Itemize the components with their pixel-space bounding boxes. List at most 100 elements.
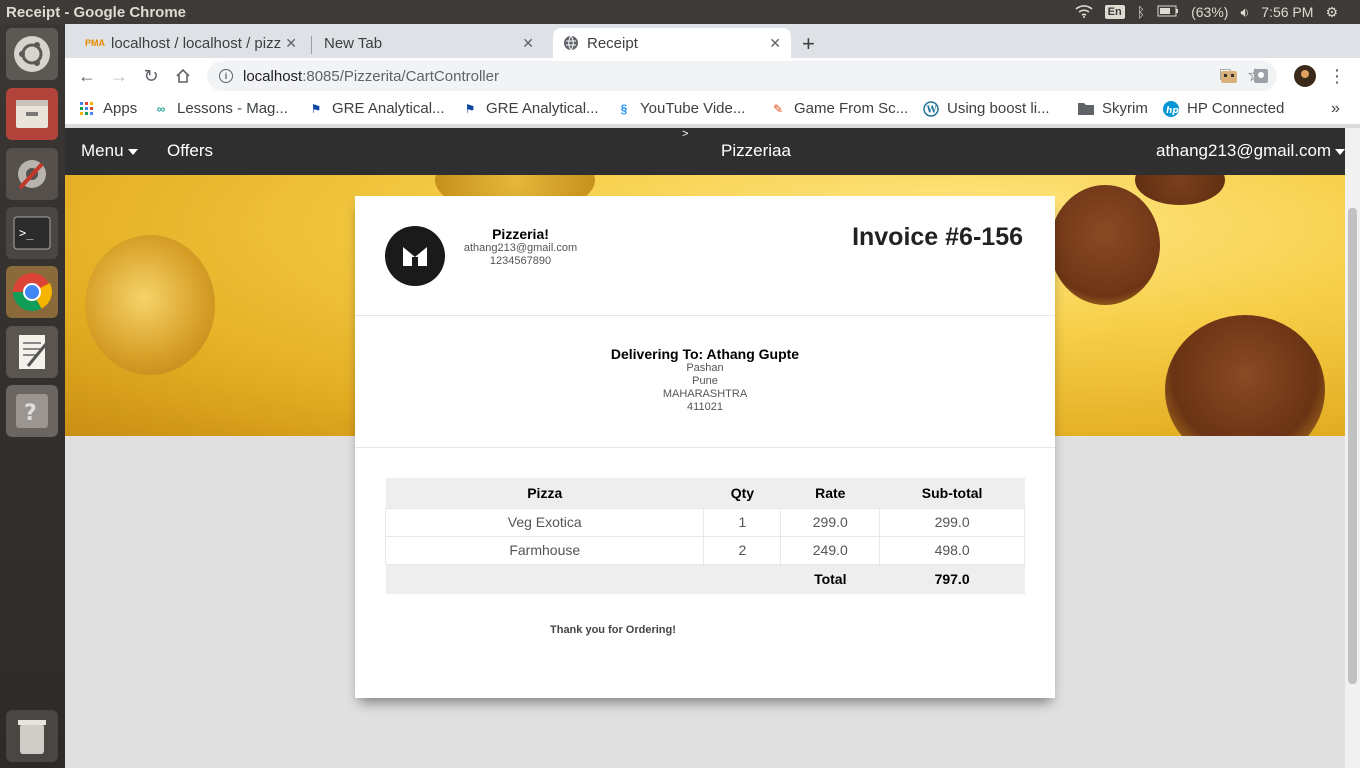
pizza-rate: 249.0 — [780, 535, 881, 565]
bookmark-boost[interactable]: W Using boost li... — [923, 100, 1050, 117]
bookmark-gre-1[interactable]: ⚑ GRE Analytical... — [308, 100, 445, 117]
close-tab-icon[interactable]: ✕ — [285, 35, 297, 52]
volume-icon[interactable]: 🔉︎ — [1240, 4, 1249, 21]
terminal-icon[interactable]: >_ — [6, 207, 58, 259]
user-dropdown[interactable]: athang213@gmail.com — [1156, 141, 1345, 161]
hp-icon: hp — [1163, 100, 1179, 117]
bookmark-label: HP Connected — [1187, 100, 1285, 117]
pizza-qty: 1 — [703, 507, 782, 537]
bookmarks-bar: Apps ∞ Lessons - Mag... ⚑ GRE Analytical… — [65, 94, 1360, 124]
tab-receipt[interactable]: Receipt ✕ — [553, 28, 791, 58]
page-scrollbar[interactable] — [1345, 128, 1360, 768]
url-path: :8085/Pizzerita/CartController — [302, 67, 499, 85]
close-tab-icon[interactable]: ✕ — [769, 35, 781, 52]
pizza-rate: 299.0 — [780, 507, 881, 537]
chrome-icon[interactable] — [6, 266, 58, 318]
pizza-subtotal: 498.0 — [879, 535, 1025, 565]
delivering-to: Delivering To: Athang Gupte — [610, 346, 800, 362]
system-tray: En ᛒ (63%) 🔉︎ 7:56 PM ⚙ — [1075, 4, 1360, 21]
total-row: Total 797.0 — [385, 564, 1025, 594]
bookmark-gre-2[interactable]: ⚑ GRE Analytical... — [462, 100, 599, 117]
swirl-icon: § — [620, 101, 628, 116]
back-arrow-icon[interactable]: ← — [75, 64, 99, 88]
new-tab-button[interactable]: + — [802, 31, 815, 57]
col-header-rate: Rate — [780, 478, 880, 508]
col-header-subtotal: Sub-total — [879, 478, 1025, 508]
home-icon[interactable] — [171, 64, 195, 88]
order-table: Pizza Qty Rate Sub-total Veg Exotica 1 2… — [384, 478, 1025, 594]
brand-link[interactable]: Pizzeriaa — [721, 141, 791, 161]
menu-dropdown[interactable]: Menu — [81, 141, 138, 161]
delivery-info: Delivering To: Athang Gupte Pashan Pune … — [355, 346, 1055, 414]
col-header-pizza: Pizza — [385, 478, 704, 508]
tab-label: localhost / localhost / pizz — [111, 34, 282, 52]
address-line: 411021 — [687, 401, 723, 413]
svg-text:W: W — [926, 105, 938, 115]
svg-text:?: ? — [24, 401, 37, 426]
address-bar[interactable]: i localhost:8085/Pizzerita/CartControlle… — [207, 61, 1277, 91]
pizza-subtotal: 299.0 — [879, 507, 1025, 537]
forward-arrow-icon[interactable]: → — [107, 64, 131, 88]
clock[interactable]: 7:56 PM — [1261, 4, 1313, 20]
user-email: athang213@gmail.com — [1156, 141, 1332, 160]
folder-icon — [1078, 101, 1094, 117]
company-info: Pizzeria! athang213@gmail.com 1234567890 — [455, 226, 586, 268]
reload-icon[interactable]: ↻ — [139, 64, 163, 88]
cheese-hole — [1050, 185, 1160, 305]
bookmark-label: Apps — [103, 100, 138, 117]
text-editor-icon[interactable] — [6, 326, 58, 378]
battery-icon[interactable] — [1157, 4, 1179, 20]
flag-icon: ⚑ — [310, 101, 322, 116]
flag-icon: ⚑ — [464, 101, 476, 116]
empty-cell — [385, 564, 704, 594]
company-logo-icon — [385, 226, 445, 286]
pen-icon: ✎ — [772, 101, 784, 116]
bookmarks-overflow-icon[interactable]: » — [1331, 100, 1340, 118]
close-tab-icon[interactable]: ✕ — [522, 35, 534, 52]
bookmark-lessons[interactable]: ∞ Lessons - Mag... — [153, 100, 288, 117]
phpmyadmin-favicon-icon: PMA — [85, 38, 105, 48]
bookmark-label: Using boost li... — [947, 100, 1050, 117]
tab-separator — [311, 36, 312, 54]
cheese-hole — [85, 235, 215, 375]
extension-2-icon[interactable] — [1249, 64, 1273, 88]
bookmark-skyrim[interactable]: Skyrim — [1078, 100, 1148, 117]
keyboard-layout-indicator[interactable]: En — [1104, 5, 1125, 19]
bookmark-youtube[interactable]: § YouTube Vide... — [616, 100, 746, 117]
browser-toolbar: ← → ↻ i localhost:8085/Pizzerita/CartCon… — [65, 58, 1360, 94]
company-name: Pizzeria! — [492, 226, 549, 242]
system-settings-icon[interactable] — [6, 148, 58, 200]
chrome-menu-icon[interactable]: ⋮ — [1325, 64, 1349, 88]
bookmark-label: GRE Analytical... — [486, 100, 599, 117]
wifi-icon[interactable] — [1075, 4, 1093, 21]
extension-icon[interactable] — [1217, 64, 1241, 88]
tab-new-tab[interactable]: New Tab ✕ — [314, 28, 544, 58]
files-icon[interactable] — [6, 88, 58, 140]
bookmark-hp[interactable]: hp HP Connected — [1163, 100, 1284, 117]
address-line: Pashan — [686, 362, 724, 374]
trash-icon[interactable] — [6, 710, 58, 762]
bookmark-game[interactable]: ✎ Game From Sc... — [770, 100, 908, 117]
window-title: Receipt - Google Chrome — [6, 3, 187, 21]
bookmark-apps[interactable]: Apps — [79, 100, 137, 117]
globe-icon — [563, 35, 579, 51]
table-row: Veg Exotica 1 299.0 299.0 — [384, 507, 1025, 537]
svg-text:>_: >_ — [19, 226, 34, 240]
address-line: Pune — [692, 375, 718, 387]
profile-avatar[interactable] — [1293, 64, 1317, 88]
url-host: localhost — [243, 67, 303, 85]
offers-link[interactable]: Offers — [167, 141, 213, 161]
bookmark-label: GRE Analytical... — [332, 100, 445, 117]
help-icon[interactable]: ? — [6, 385, 58, 437]
system-top-bar: Receipt - Google Chrome En ᛒ (63%) 🔉︎ 7:… — [0, 0, 1360, 24]
bluetooth-icon[interactable]: ᛒ — [1137, 4, 1145, 20]
cheese-hole — [1165, 315, 1325, 436]
site-info-icon[interactable]: i — [219, 69, 233, 83]
tab-label: New Tab — [324, 34, 383, 52]
scrollbar-thumb[interactable] — [1348, 208, 1357, 684]
power-gear-icon[interactable]: ⚙ — [1325, 4, 1338, 21]
svg-text:hp: hp — [1166, 106, 1179, 116]
bookmark-label: YouTube Vide... — [640, 100, 746, 117]
tab-phpmyadmin[interactable]: PMA localhost / localhost / pizz ✕ — [77, 28, 307, 58]
ubuntu-dash-icon[interactable] — [6, 28, 58, 80]
